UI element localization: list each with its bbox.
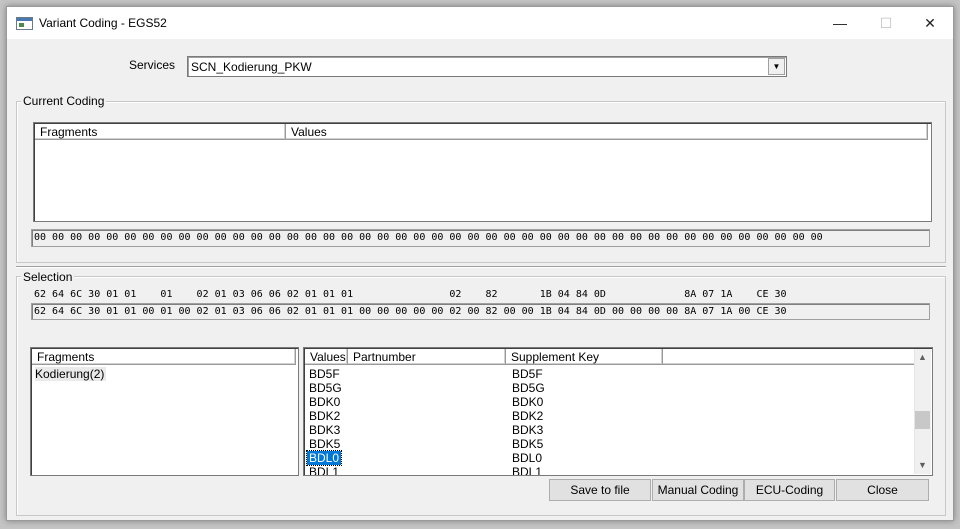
- table-row-value[interactable]: BD5F: [309, 367, 340, 381]
- column-header-partnumber[interactable]: Partnumber: [348, 349, 506, 365]
- current-coding-label: Current Coding: [21, 94, 107, 108]
- table-row-supplement[interactable]: BD5G: [512, 381, 545, 395]
- table-row-supplement[interactable]: BDL0: [512, 451, 542, 465]
- values-scrollbar[interactable]: ▲ ▼: [914, 349, 931, 474]
- minimize-button[interactable]: —: [817, 7, 863, 39]
- services-dropdown[interactable]: SCN_Kodierung_PKW ▼: [187, 56, 787, 77]
- table-row-value-selected[interactable]: BDL0: [305, 450, 343, 466]
- scrollbar-thumb[interactable]: [915, 411, 930, 429]
- column-header-fragments[interactable]: Fragments: [35, 124, 286, 140]
- values-list[interactable]: Values Partnumber Supplement Key BD5F BD…: [303, 347, 933, 476]
- window-title: Variant Coding - EGS52: [39, 16, 167, 30]
- close-button[interactable]: Close: [836, 479, 929, 501]
- column-header-values[interactable]: Values: [286, 124, 928, 140]
- table-row-value[interactable]: BDL1: [309, 465, 339, 475]
- ecu-coding-button[interactable]: ECU-Coding: [744, 479, 835, 501]
- table-row-supplement[interactable]: BDL1: [512, 465, 542, 475]
- column-header-empty: [663, 349, 916, 365]
- column-header-supplement-key[interactable]: Supplement Key: [506, 349, 663, 365]
- table-row-value[interactable]: BDK2: [309, 409, 340, 423]
- save-to-file-button[interactable]: Save to file: [549, 479, 651, 501]
- close-window-button[interactable]: ✕: [907, 7, 953, 39]
- selection-hex-full: 62 64 6C 30 01 01 00 01 00 02 01 03 06 0…: [31, 303, 930, 320]
- column-header-fragments[interactable]: Fragments: [32, 349, 296, 365]
- scroll-up-icon[interactable]: ▲: [915, 349, 930, 365]
- services-label: Services: [129, 58, 176, 72]
- selection-label: Selection: [21, 270, 75, 284]
- app-window-icon: [16, 17, 33, 30]
- table-row-value[interactable]: BDK0: [309, 395, 340, 409]
- selection-hex-diff: 62 64 6C 30 01 01 01 02 01 03 06 06 02 0…: [34, 289, 787, 300]
- services-dropdown-value: SCN_Kodierung_PKW: [191, 60, 312, 74]
- table-row-value[interactable]: BD5G: [309, 381, 342, 395]
- table-row-value[interactable]: BDK3: [309, 423, 340, 437]
- section-divider: [16, 266, 946, 268]
- scroll-down-icon[interactable]: ▼: [915, 457, 930, 473]
- maximize-button: ☐: [879, 15, 893, 31]
- manual-coding-button[interactable]: Manual Coding: [652, 479, 744, 501]
- title-bar: Variant Coding - EGS52 — ☐ ✕: [7, 7, 953, 39]
- table-row-supplement[interactable]: BDK3: [512, 423, 543, 437]
- column-header-values[interactable]: Values: [305, 349, 348, 365]
- selected-value[interactable]: BDL0: [305, 450, 343, 466]
- list-item[interactable]: Kodierung(2): [35, 367, 107, 381]
- fragments-list[interactable]: Fragments Kodierung(2): [30, 347, 299, 476]
- current-coding-hex: 00 00 00 00 00 00 00 00 00 00 00 00 00 0…: [31, 229, 930, 247]
- chevron-down-icon[interactable]: ▼: [768, 58, 785, 75]
- table-row-supplement[interactable]: BDK2: [512, 409, 543, 423]
- current-coding-list[interactable]: Fragments Values: [33, 122, 932, 222]
- table-row-value[interactable]: BDK5: [309, 437, 340, 451]
- table-row-supplement[interactable]: BDK5: [512, 437, 543, 451]
- table-row-supplement[interactable]: BD5F: [512, 367, 543, 381]
- table-row-supplement[interactable]: BDK0: [512, 395, 543, 409]
- variant-coding-window: Variant Coding - EGS52 — ☐ ✕ Services SC…: [6, 6, 954, 521]
